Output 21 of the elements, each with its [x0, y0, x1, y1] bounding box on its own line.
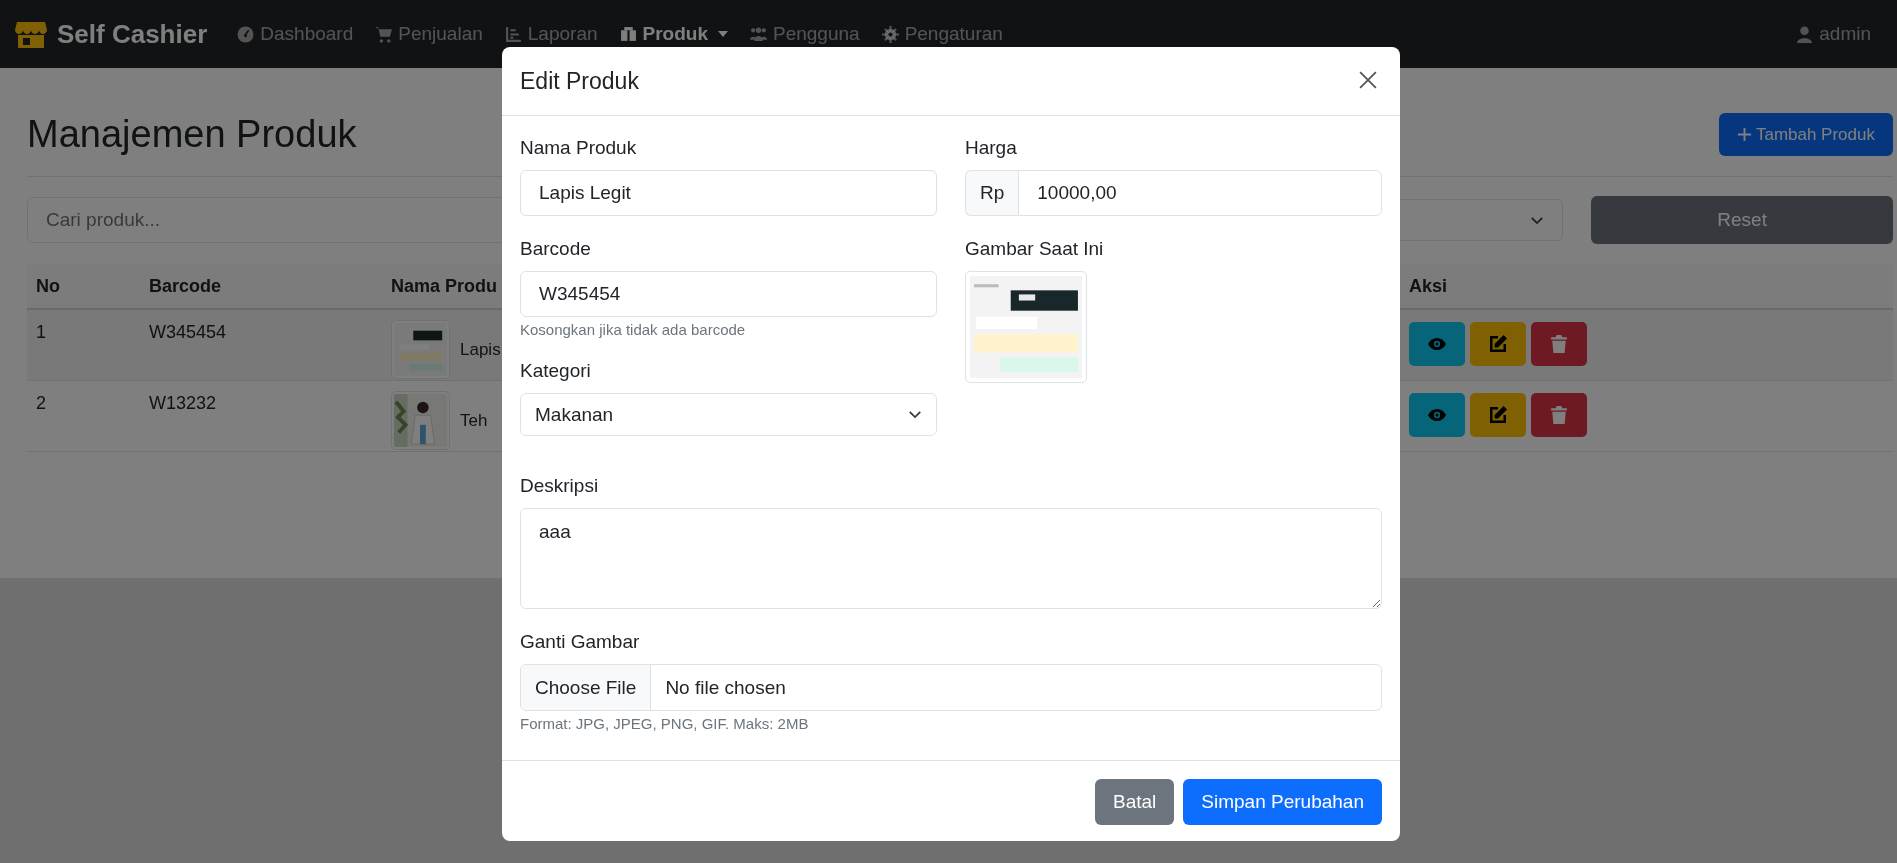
table-cell: 1	[36, 322, 46, 342]
column-header: Aksi	[1409, 275, 1448, 296]
field-label: Ganti Gambar	[520, 630, 641, 654]
currency-prefix: Rp	[965, 170, 1019, 216]
help-text: Format: JPG, JPEG, PNG, GIF. Maks: 2MB	[520, 715, 810, 732]
table-cell: W345454	[149, 322, 227, 342]
column-header: Nama Produ	[391, 275, 498, 296]
field-label: Deskripsi	[520, 474, 600, 498]
product-name: Teh	[460, 410, 488, 431]
help-text: Kosongkan jika tidak ada barcode	[520, 321, 747, 338]
field-label: Nama Produk	[520, 136, 638, 160]
table-cell: W13232	[149, 393, 217, 413]
table-cell: 2	[36, 393, 46, 413]
product-name: Lapis	[460, 339, 501, 360]
field-label: Gambar Saat Ini	[965, 237, 1105, 261]
dialog-title: Edit Produk	[520, 67, 639, 95]
field-label: Harga	[965, 136, 1018, 160]
field-label: Kategori	[520, 359, 592, 383]
column-header: No	[36, 275, 60, 296]
column-header: Barcode	[149, 275, 222, 296]
page-title: Manajemen Produk	[27, 113, 357, 156]
